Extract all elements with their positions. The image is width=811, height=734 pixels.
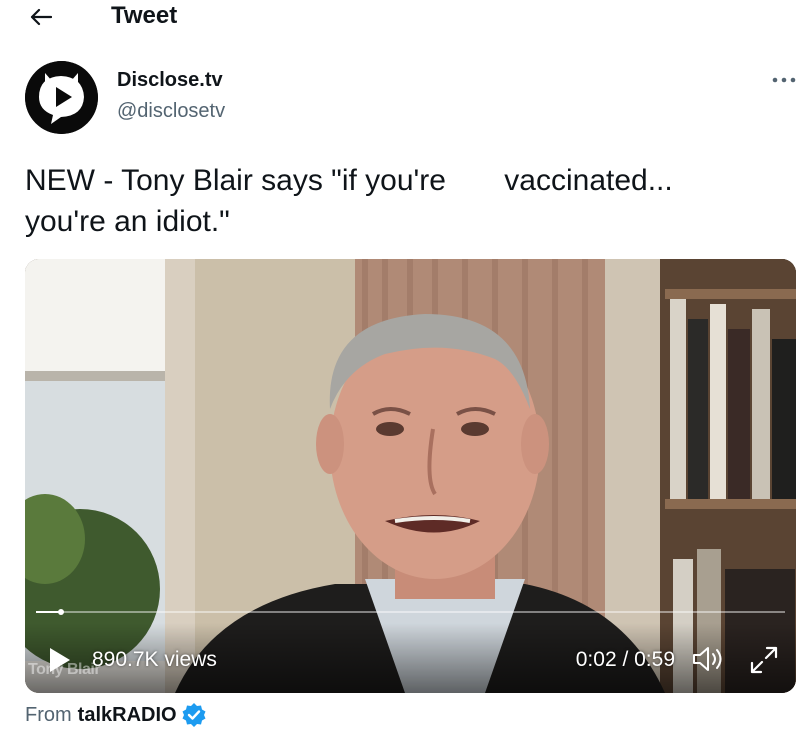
verified-badge xyxy=(181,702,207,728)
more-horizontal-icon xyxy=(772,77,796,83)
volume-button[interactable] xyxy=(691,644,725,674)
video-player[interactable]: Tony Blair 890.7K views 0:02 / 0:59 xyxy=(25,259,796,693)
source-name[interactable]: talkRADIO xyxy=(78,703,177,727)
back-button[interactable] xyxy=(28,6,54,28)
arrow-left-icon xyxy=(30,8,52,26)
page-title: Tweet xyxy=(111,2,178,29)
author-name[interactable]: Disclose.tv xyxy=(117,68,223,92)
avatar[interactable] xyxy=(25,61,98,134)
video-progress-bar[interactable] xyxy=(36,609,785,615)
volume-icon xyxy=(693,647,722,671)
tweet-header: Tweet xyxy=(0,0,811,34)
fullscreen-button[interactable] xyxy=(748,644,780,676)
video-time: 0:02 / 0:59 xyxy=(575,648,675,671)
source-prefix: From xyxy=(25,704,72,726)
more-button[interactable] xyxy=(770,70,798,90)
video-source: From talkRADIO xyxy=(25,702,207,728)
fullscreen-icon xyxy=(750,646,778,674)
play-icon xyxy=(50,648,70,672)
play-button[interactable] xyxy=(48,647,72,673)
tweet-text: NEW - Tony Blair says "if you're vaccina… xyxy=(25,164,673,238)
play-badge-icon xyxy=(25,61,98,134)
author-handle[interactable]: @disclosetv xyxy=(117,99,225,123)
view-count: 890.7K views xyxy=(92,648,217,671)
verified-badge-icon xyxy=(182,703,206,727)
